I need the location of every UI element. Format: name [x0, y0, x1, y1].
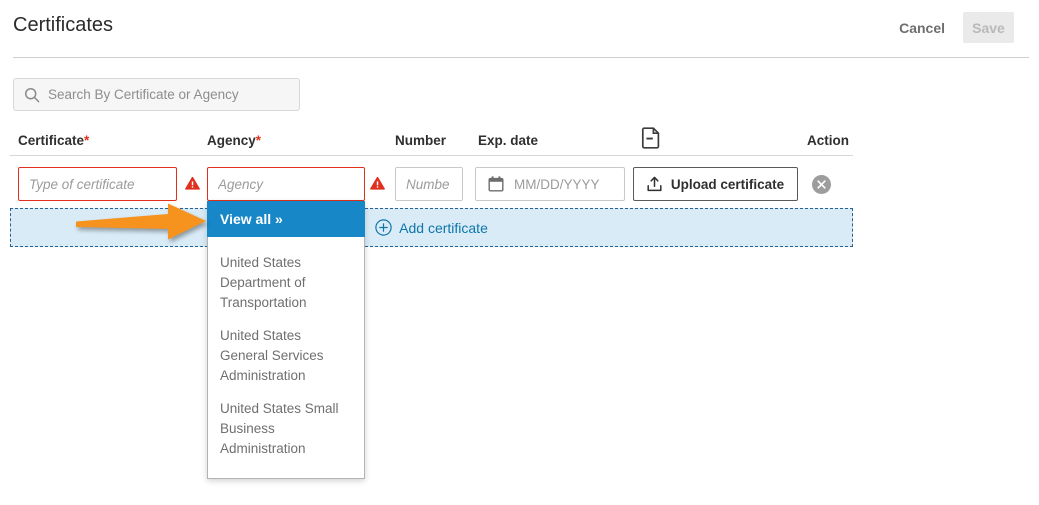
warning-icon [370, 176, 385, 190]
top-actions: Cancel Save [899, 12, 1014, 43]
column-header-action: Action [807, 133, 849, 148]
warning-icon [185, 176, 200, 190]
number-input[interactable] [395, 167, 463, 201]
header-divider [13, 57, 1029, 58]
page-title: Certificates [13, 14, 114, 36]
plus-circle-icon [375, 219, 392, 236]
exp-date-field[interactable] [475, 167, 691, 201]
agency-dropdown: View all » United States Department of T… [207, 201, 365, 479]
certificates-page: Certificates Cancel Save Certificate* Ag… [0, 0, 1039, 505]
column-header-certificate: Certificate* [18, 133, 90, 148]
dropdown-view-all[interactable]: View all » [207, 201, 365, 237]
column-header-exp-date: Exp. date [478, 133, 539, 148]
dropdown-item-us-gsa[interactable]: United States General Services Administr… [220, 320, 352, 393]
add-certificate-label: Add certificate [399, 219, 488, 236]
search-input[interactable] [48, 87, 289, 102]
close-icon [817, 180, 826, 189]
upload-certificate-label: Upload certificate [670, 176, 785, 192]
calendar-icon [488, 176, 504, 192]
column-header-agency: Agency* [207, 133, 262, 148]
document-icon [641, 127, 660, 149]
save-button[interactable]: Save [963, 12, 1014, 43]
required-asterisk: * [255, 133, 262, 148]
column-header-number: Number [395, 133, 447, 148]
upload-certificate-button[interactable]: Upload certificate [633, 167, 798, 201]
dropdown-item-us-dot[interactable]: United States Department of Transportati… [220, 247, 352, 320]
cancel-button[interactable]: Cancel [899, 20, 945, 36]
remove-row-button[interactable] [812, 175, 831, 194]
required-asterisk: * [84, 133, 90, 148]
search-icon [24, 87, 40, 102]
agency-input[interactable] [207, 167, 365, 201]
table-header-divider [10, 155, 853, 156]
search-box[interactable] [13, 78, 300, 111]
upload-icon [647, 176, 662, 192]
certificate-input[interactable] [18, 167, 177, 201]
add-certificate-row[interactable]: Add certificate [10, 208, 853, 247]
dropdown-list: United States Department of Transportati… [207, 237, 365, 479]
dropdown-item-us-sba[interactable]: United States Small Business Administrat… [220, 393, 352, 466]
